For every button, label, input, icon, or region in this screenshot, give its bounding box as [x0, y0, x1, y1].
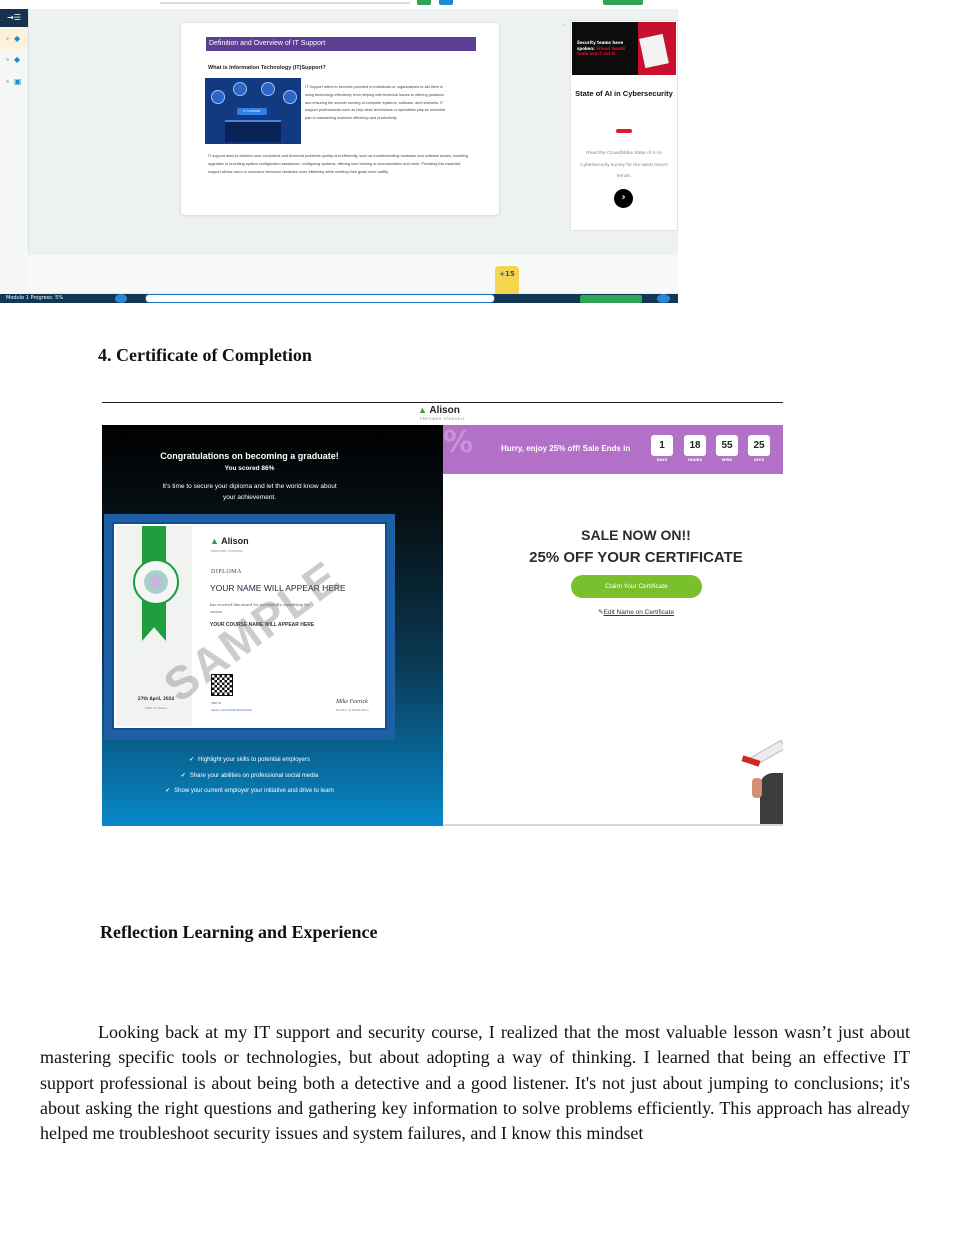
lesson-paragraph-2: IT support aims to address user complain… — [208, 154, 468, 174]
ad-next-arrow-icon[interactable]: › — [614, 189, 633, 208]
certificate-url: alison.com/certificate/XXXXX — [211, 708, 252, 712]
certificate-tagline: EMPOWER YOURSELF — [211, 549, 244, 553]
sale-banner: % Hurry, enjoy 25% off! Sale Ends in 1 D… — [443, 425, 783, 474]
congrats-heading: Congratulations on becoming a graduate! — [160, 451, 339, 461]
bottom-progress-bar: Module 1 Progress: 5% — [0, 294, 678, 303]
chevron-right-icon[interactable]: › — [563, 21, 566, 29]
progress-track — [145, 294, 495, 303]
sidebar-item-2[interactable]: ◆ — [0, 50, 28, 70]
it-support-tag: IT SUPPORT — [237, 108, 267, 115]
sale-now-heading: SALE NOW ON!! — [581, 527, 691, 543]
percent-icon: % — [443, 425, 474, 460]
check-icon: ✓ — [180, 773, 186, 779]
sidebar-item-3[interactable]: ▣ — [0, 72, 28, 92]
countdown-hours: 18 — [684, 435, 706, 456]
ad-image: Security teams have spoken: Siloed GenAI… — [572, 22, 676, 75]
signature: Mike Feerick — [336, 699, 368, 705]
document-icon: ▣ — [14, 77, 22, 86]
lesson-title: Definition and Overview of IT Support — [206, 37, 476, 51]
certificate-preview: 27th April, 2024 Date of Award ▲ Alison … — [104, 514, 395, 740]
countdown-hours-label: HOURS — [687, 458, 703, 462]
xp-badge: +15 — [495, 266, 519, 296]
laptop-icon — [225, 120, 281, 142]
layers-icon: ◆ — [14, 55, 21, 64]
ad-title: State of AI in Cybersecurity — [575, 89, 673, 98]
lesson-question: What is Information Technology (IT)Suppo… — [208, 65, 326, 71]
certificate-logo: ▲ Alison — [210, 536, 249, 546]
it-support-illustration: IT SUPPORT — [205, 78, 301, 144]
next-button[interactable] — [580, 295, 642, 303]
countdown-secs: 25 — [748, 435, 770, 456]
course-lesson-screenshot: →☰ ◆ ◆ ▣ Definition and Overview of IT S… — [0, 0, 678, 303]
discount-heading: 25% OFF YOUR CERTIFICATE — [529, 549, 743, 566]
top-action-button[interactable] — [603, 0, 643, 5]
cert-id-label: CERT ID — [211, 702, 221, 705]
lesson-card: Definition and Overview of IT Support Wh… — [180, 22, 500, 216]
edit-name-link[interactable]: ✎Edit Name on Certificate — [443, 608, 783, 616]
module-progress-label: Module 1 Progress: 5% — [6, 295, 64, 301]
reflection-paragraph: Looking back at my IT support and securi… — [40, 1022, 910, 1144]
medal-icon — [133, 559, 179, 605]
menu-icon[interactable] — [657, 294, 670, 303]
layers-icon: ◆ — [14, 34, 21, 43]
countdown-days: 1 — [651, 435, 673, 456]
ad-body: Read the CrowdStrike State of AI in Cybe… — [580, 151, 668, 179]
sale-banner-text: Hurry, enjoy 25% off! Sale Ends in — [501, 444, 631, 453]
certificate-screenshot: ▲ Alison EMPOWER YOURSELF Congratulation… — [102, 403, 783, 826]
sidebar-item-1[interactable]: ◆ — [0, 29, 28, 49]
lesson-sidebar: →☰ ◆ ◆ ▣ — [0, 9, 29, 294]
check-icon: ✓ — [165, 788, 171, 794]
graduate-panel: Congratulations on becoming a graduate! … — [102, 425, 443, 826]
collapse-sidebar-icon[interactable]: →☰ — [0, 9, 28, 27]
signature-label: Director of Certification — [336, 708, 369, 712]
countdown-days-label: DAYS — [656, 458, 668, 462]
alison-logo[interactable]: ▲ Alison — [418, 405, 460, 416]
score-text: You scored 86% — [224, 465, 275, 472]
check-icon: ✓ — [189, 757, 195, 763]
top-blue-tab[interactable] — [439, 0, 453, 5]
graduate-illustration — [741, 739, 783, 826]
countdown-secs-label: SECS — [753, 458, 765, 462]
secure-text: It's time to secure your diploma and let… — [162, 483, 337, 501]
top-green-tab[interactable] — [417, 0, 431, 5]
benefit-item: ✓ Highlight your skills to potential empl… — [189, 757, 310, 763]
countdown-mins: 55 — [716, 435, 738, 456]
crowdstrike-logo — [616, 129, 632, 133]
section-heading: 4. Certificate of Completion — [98, 345, 312, 365]
help-icon[interactable] — [115, 294, 127, 303]
benefit-item: ✓ Share your abilities on professional so… — [180, 773, 319, 779]
countdown-mins-label: MINS — [721, 458, 733, 462]
claim-certificate-button[interactable]: Claim Your Certificate — [571, 575, 702, 598]
alison-tagline: EMPOWER YOURSELF — [420, 417, 466, 421]
lesson-paragraph-1: IT Support refers to services provided t… — [305, 85, 445, 121]
reflection-heading: Reflection Learning and Experience — [100, 922, 378, 942]
diploma-label: DIPLOMA — [211, 569, 242, 575]
sponsored-ad[interactable]: Security teams have spoken: Siloed GenAI… — [570, 20, 678, 231]
benefit-item: ✓ Show your current employer your initiat… — [165, 788, 334, 794]
top-strip — [0, 0, 678, 9]
